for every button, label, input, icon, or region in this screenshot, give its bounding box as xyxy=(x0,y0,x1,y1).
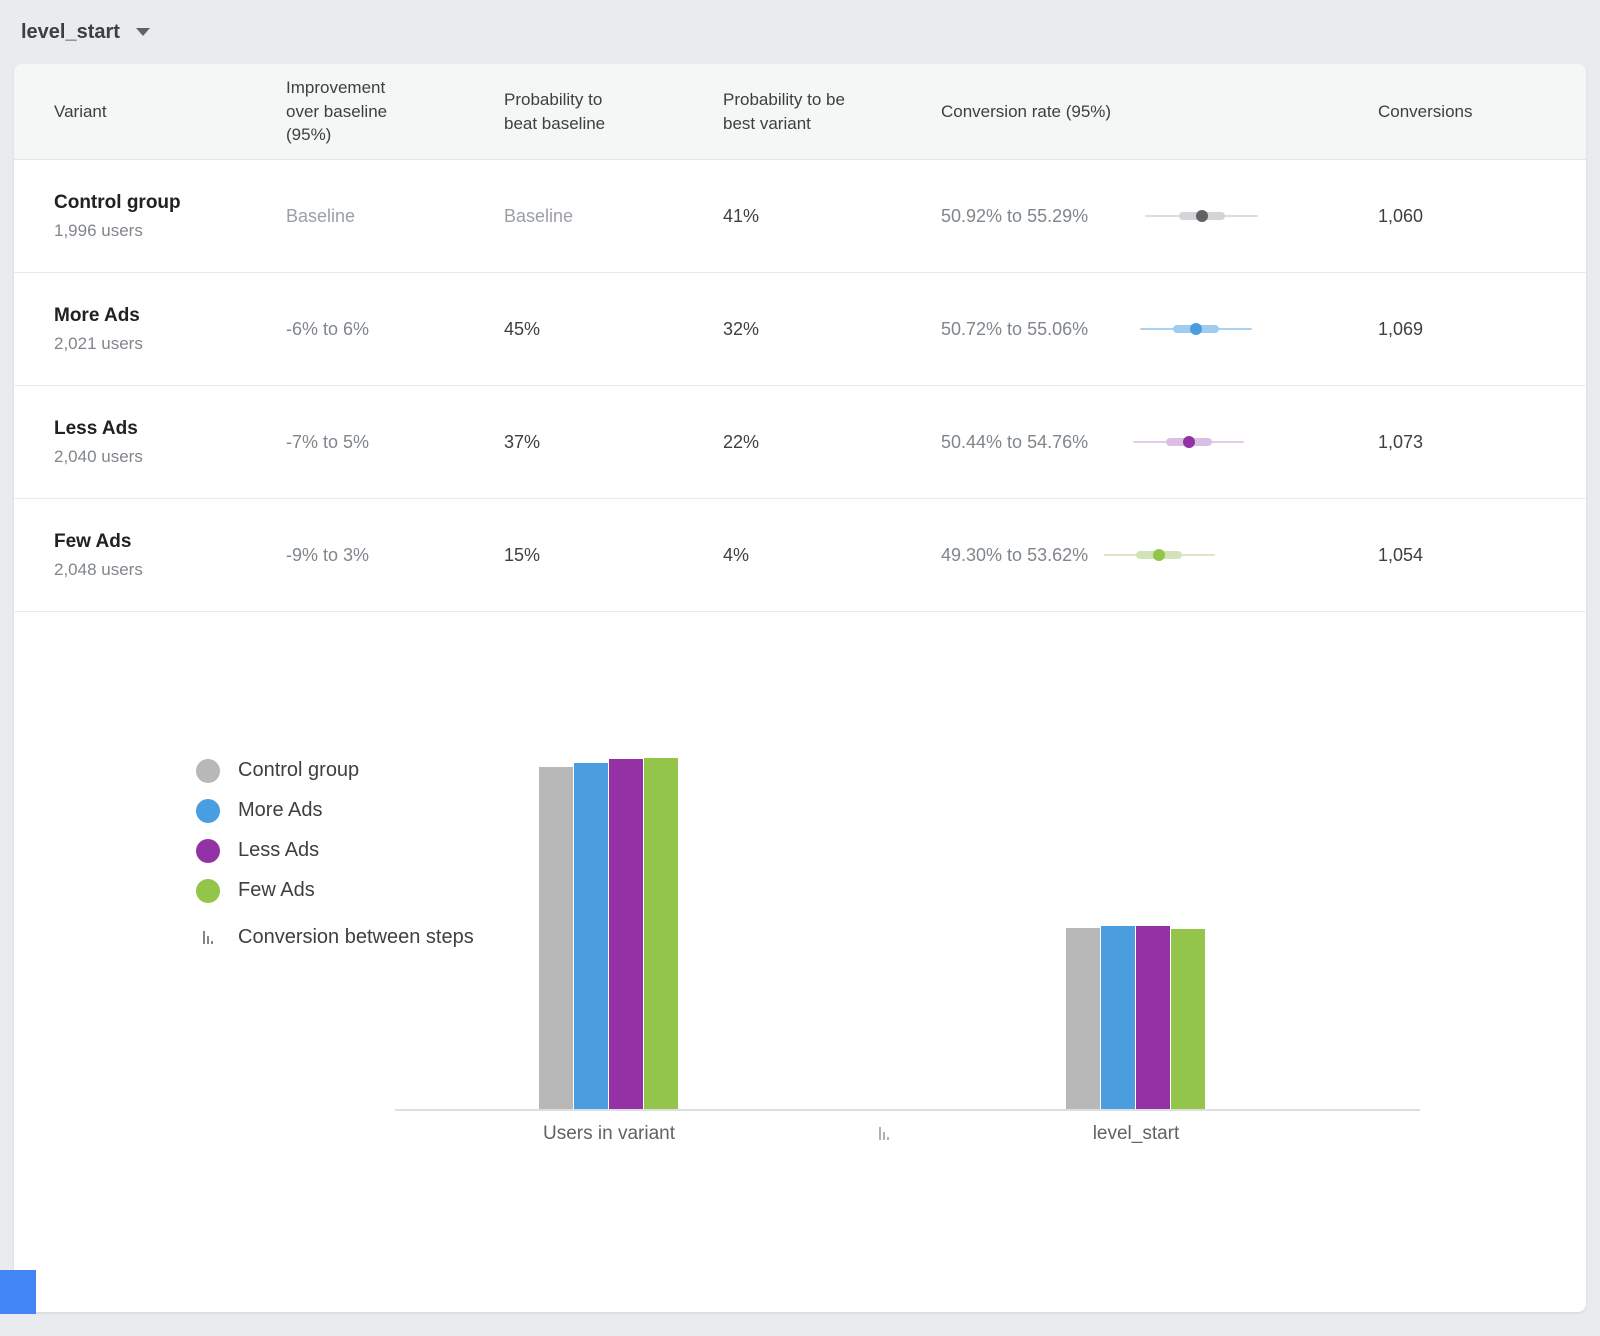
prob-best-value: 32% xyxy=(723,319,941,340)
prob-beat-value: 15% xyxy=(504,545,723,566)
table-header-row: Variant Improvement over baseline (95%) … xyxy=(14,64,1586,160)
conversion-interval-chart xyxy=(1096,322,1266,336)
bottom-left-accent xyxy=(0,1270,36,1314)
event-selector-dropdown[interactable]: level_start xyxy=(21,21,150,44)
col-header-prob-beat: Probability to beat baseline xyxy=(504,88,638,136)
topbar: level_start xyxy=(0,0,1600,64)
variant-name: Few Ads xyxy=(54,531,286,553)
conversion-interval-chart xyxy=(1096,209,1266,223)
event-selector-label: level_start xyxy=(21,21,120,44)
col-header-conversion-rate: Conversion rate (95%) xyxy=(941,100,1141,124)
chevron-down-icon xyxy=(136,28,150,36)
bar-plot xyxy=(14,612,1586,1110)
prob-best-value: 41% xyxy=(723,206,941,227)
col-header-improvement: Improvement over baseline (95%) xyxy=(286,76,420,147)
table-row: Few Ads 2,048 users -9% to 3% 15% 4% 49.… xyxy=(14,499,1586,612)
interval-dot xyxy=(1190,323,1202,335)
table-row: Control group 1,996 users Baseline Basel… xyxy=(14,160,1586,273)
conversion-interval-chart xyxy=(1096,548,1266,562)
col-header-prob-best: Probability to be best variant xyxy=(723,88,857,136)
x-axis-line xyxy=(395,1109,1420,1111)
variant-users: 1,996 users xyxy=(54,221,286,241)
col-header-conversions: Conversions xyxy=(1378,100,1546,124)
table-row: Less Ads 2,040 users -7% to 5% 37% 22% 5… xyxy=(14,386,1586,499)
bar-more-ads xyxy=(1101,926,1135,1110)
prob-best-value: 4% xyxy=(723,545,941,566)
conversions-value: 1,069 xyxy=(1378,319,1546,340)
bar-group-level-start xyxy=(1066,926,1205,1110)
bar-group-users-in-variant xyxy=(539,758,678,1110)
results-card: Variant Improvement over baseline (95%) … xyxy=(14,64,1586,1312)
variant-name: More Ads xyxy=(54,305,286,327)
prob-beat-value: 45% xyxy=(504,319,723,340)
bar-control-group xyxy=(539,767,573,1110)
improvement-value: -6% to 6% xyxy=(286,319,504,340)
improvement-value: -9% to 3% xyxy=(286,545,504,566)
funnel-chart: Control group More Ads Less Ads Few Ads … xyxy=(14,612,1586,1311)
bar-few-ads xyxy=(644,758,678,1110)
prob-beat-value: 37% xyxy=(504,432,723,453)
improvement-value: -7% to 5% xyxy=(286,432,504,453)
variant-name: Control group xyxy=(54,192,286,214)
interval-dot xyxy=(1183,436,1195,448)
improvement-value: Baseline xyxy=(286,206,504,227)
bar-less-ads xyxy=(609,759,643,1110)
variant-users: 2,048 users xyxy=(54,560,286,580)
interval-dot xyxy=(1196,210,1208,222)
table-row: More Ads 2,021 users -6% to 6% 45% 32% 5… xyxy=(14,273,1586,386)
bar-less-ads xyxy=(1136,926,1170,1110)
interval-dot xyxy=(1153,549,1165,561)
x-axis-label-users-in-variant: Users in variant xyxy=(543,1123,675,1145)
bar-more-ads xyxy=(574,763,608,1110)
bar-few-ads xyxy=(1171,929,1205,1110)
conversions-value: 1,073 xyxy=(1378,432,1546,453)
variant-users: 2,040 users xyxy=(54,447,286,467)
variant-users: 2,021 users xyxy=(54,334,286,354)
prob-beat-value: Baseline xyxy=(504,206,723,227)
conversions-value: 1,054 xyxy=(1378,545,1546,566)
experiment-results-page: level_start Variant Improvement over bas… xyxy=(0,0,1600,1336)
variant-name: Less Ads xyxy=(54,418,286,440)
prob-best-value: 22% xyxy=(723,432,941,453)
col-header-variant: Variant xyxy=(54,100,286,124)
x-axis-label-level-start: level_start xyxy=(1093,1123,1180,1145)
conversion-steps-icon xyxy=(872,1127,896,1140)
bar-control-group xyxy=(1066,928,1100,1110)
conversion-interval-chart xyxy=(1096,435,1266,449)
conversions-value: 1,060 xyxy=(1378,206,1546,227)
